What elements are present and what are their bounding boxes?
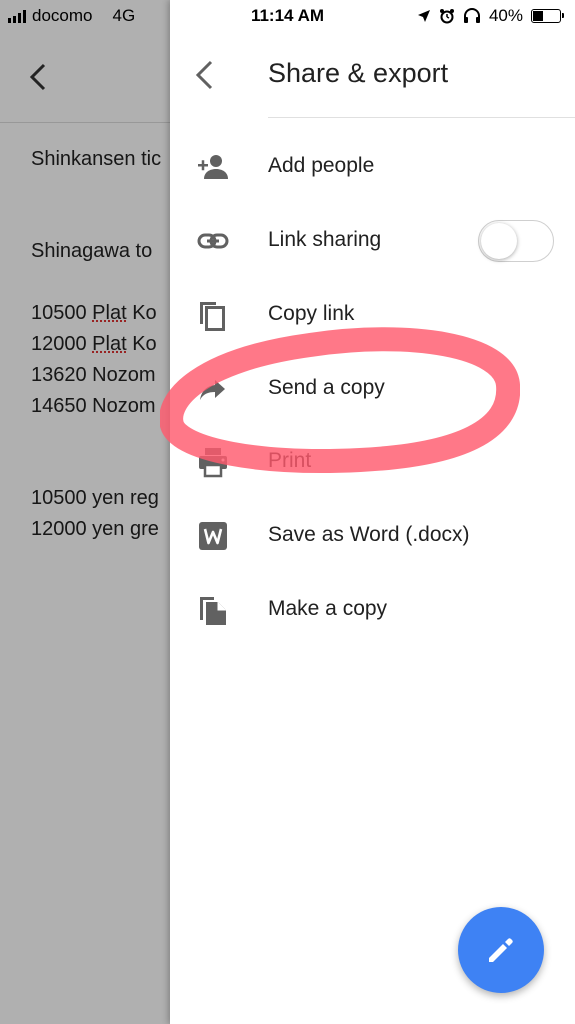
status-right: 40% bbox=[417, 6, 564, 26]
menu-label: Make a copy bbox=[268, 597, 388, 620]
headphones-icon bbox=[463, 8, 480, 23]
file-copy-icon bbox=[200, 597, 226, 625]
menu-label: Save as Word (.docx) bbox=[268, 523, 470, 546]
link-icon bbox=[197, 233, 229, 249]
menu-label: Copy link bbox=[268, 302, 355, 325]
printer-icon bbox=[199, 448, 227, 478]
copy-icon bbox=[200, 302, 225, 331]
share-export-drawer: Share & export Add people Link sharing C… bbox=[170, 0, 575, 1024]
pencil-icon bbox=[489, 938, 513, 962]
add-person-icon bbox=[198, 155, 228, 179]
menu-item-send-a-copy[interactable]: Send a copy bbox=[170, 358, 575, 418]
back-arrow-icon[interactable] bbox=[190, 58, 218, 92]
menu-label: Send a copy bbox=[268, 376, 385, 399]
alarm-clock-icon bbox=[439, 9, 454, 24]
menu-item-make-a-copy[interactable]: Make a copy bbox=[170, 579, 575, 639]
location-arrow-icon bbox=[417, 10, 430, 22]
link-sharing-toggle[interactable] bbox=[478, 220, 554, 262]
word-icon bbox=[199, 522, 227, 550]
toggle-knob bbox=[481, 223, 517, 259]
menu-item-print[interactable]: Print bbox=[170, 431, 575, 491]
drawer-title: Share & export bbox=[268, 58, 449, 88]
battery-level bbox=[533, 11, 543, 21]
status-bar: docomo 4G 11:14 AM 40% bbox=[0, 0, 575, 34]
menu-item-link-sharing[interactable]: Link sharing bbox=[170, 210, 575, 270]
menu-label: Link sharing bbox=[268, 228, 382, 251]
menu-label: Print bbox=[268, 449, 312, 472]
menu-item-add-people[interactable]: Add people bbox=[170, 136, 575, 196]
drawer-divider bbox=[268, 117, 575, 118]
menu-label: Add people bbox=[268, 154, 375, 177]
share-arrow-icon bbox=[200, 380, 225, 400]
battery-percent: 40% bbox=[488, 6, 523, 25]
edit-fab-button[interactable] bbox=[458, 907, 544, 993]
menu-item-copy-link[interactable]: Copy link bbox=[170, 284, 575, 344]
menu-item-save-as-word[interactable]: Save as Word (.docx) bbox=[170, 505, 575, 565]
battery-icon bbox=[531, 9, 564, 23]
